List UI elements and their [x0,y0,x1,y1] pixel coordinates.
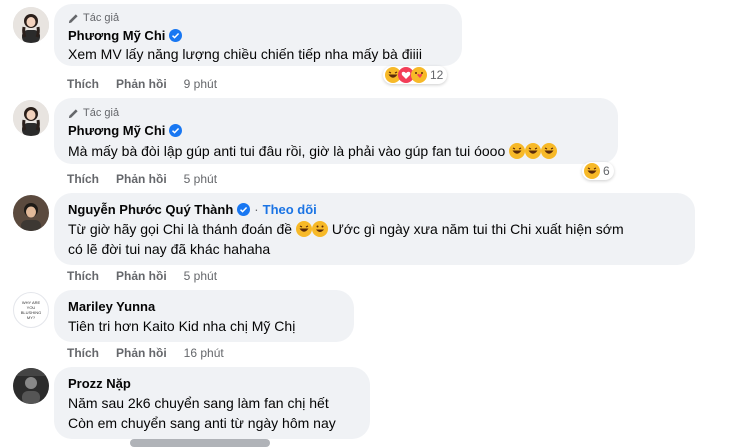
reaction-count: 6 [603,164,610,178]
avatar-nguyen-phuoc-quy-thanh[interactable] [13,195,49,231]
comment-text-part1: Từ giờ hãy gọi Chi là thánh đoán đề [68,221,293,237]
comment-bubble: Tác giả Phương Mỹ Chi Xem MV lấy năng lư… [54,4,462,66]
next-comment-preview [130,439,270,447]
comment-bubble: Prozz Nặp Năm sau 2k6 chuyển sang làm fa… [54,367,370,439]
comment-text-part2: Ước gì ngày xưa năm tui thi Chi xuất hiệ… [331,221,624,237]
comment-text-line1: Năm sau 2k6 chuyển sang làm fan chị hết [68,395,329,411]
reply-button[interactable]: Phản hồi [116,269,167,283]
comment-time[interactable]: 5 phút [184,269,217,283]
comment-bubble: Mariley Yunna Tiên tri hơn Kaito Kid nha… [54,290,354,342]
like-button[interactable]: Thích [67,269,99,283]
commenter-name[interactable]: Mariley Yunna [68,299,155,314]
commenter-name[interactable]: Phương Mỹ Chi [68,28,165,43]
separator-dot: · [254,202,259,217]
verified-badge-icon [237,203,251,216]
haha-emoji [584,163,600,179]
avatar-phuong-my-chi[interactable] [13,7,49,43]
reply-button[interactable]: Phản hồi [116,172,167,186]
comment-text-line2: Còn em chuyển sang anti từ ngày hôm nay [68,415,336,431]
reaction-summary[interactable]: 12 [383,66,448,84]
follow-button[interactable]: Theo dõi [263,202,317,217]
verified-badge-icon [169,29,183,42]
like-button[interactable]: Thích [67,346,99,360]
grin-emoji [311,221,328,237]
reply-button[interactable]: Phản hồi [116,77,167,91]
pencil-icon [68,108,78,118]
comment-text: Xem MV lấy năng lượng chiều chiến tiếp n… [68,46,422,62]
haha-emoji [541,143,558,159]
author-tag-label: Tác giả [83,107,120,119]
avatar-prozz-nap[interactable] [13,368,49,404]
comment-time[interactable]: 5 phút [184,172,217,186]
comment-text: Tiên tri hơn Kaito Kid nha chị Mỹ Chị [68,318,296,334]
care-emoji [411,67,427,83]
verified-badge-icon [169,124,183,137]
avatar-text: WHY ARE YOU BLUSHING MY? [20,300,42,320]
pencil-icon [68,13,78,23]
comment-bubble: Nguyễn Phước Quý Thành · Theo dõi Từ giờ… [54,193,695,265]
comment-text: Mà mấy bà đòi lập gúp anti tui đâu rồi, … [68,143,506,159]
like-button[interactable]: Thích [67,77,99,91]
comment-text-line2: có lẽ đời tui nay đã khác hahaha [68,241,271,257]
like-button[interactable]: Thích [67,172,99,186]
commenter-name[interactable]: Prozz Nặp [68,376,131,391]
commenter-name[interactable]: Phương Mỹ Chi [68,123,165,138]
author-tag-label: Tác giả [83,12,120,24]
reply-button[interactable]: Phản hồi [116,346,167,360]
haha-emoji [295,221,312,237]
comment-time[interactable]: 9 phút [184,77,217,91]
reaction-summary[interactable]: 6 [582,162,614,180]
commenter-name[interactable]: Nguyễn Phước Quý Thành [68,202,233,217]
comment-time[interactable]: 16 phút [184,346,224,360]
avatar-phuong-my-chi[interactable] [13,100,49,136]
haha-emoji [525,143,542,159]
reaction-count: 12 [430,68,444,82]
avatar-mariley-yunna[interactable]: WHY ARE YOU BLUSHING MY? [13,292,49,328]
haha-emoji [509,143,526,159]
comment-bubble: Tác giả Phương Mỹ Chi Mà mấy bà đòi lập … [54,98,618,164]
